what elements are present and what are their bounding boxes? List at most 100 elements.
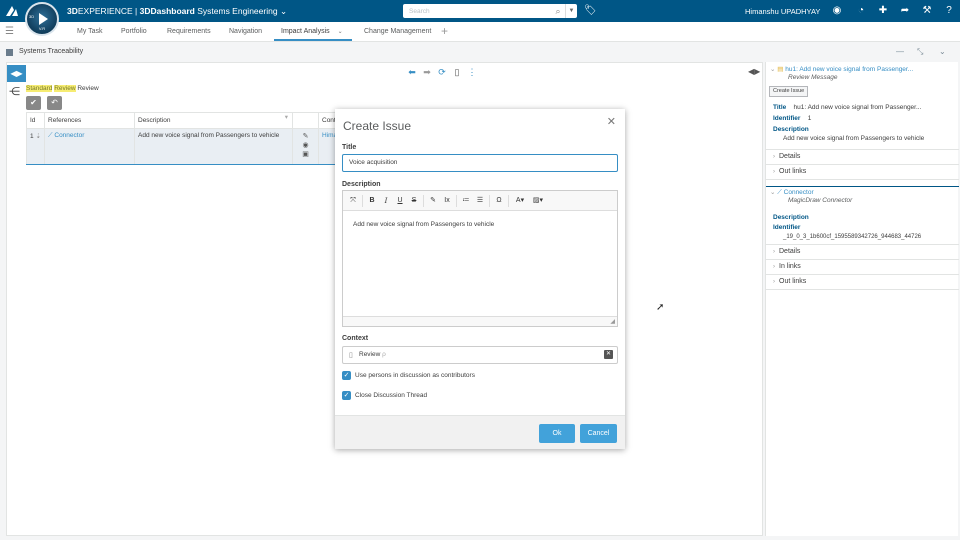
in-links-section[interactable]: › In links: [773, 263, 801, 270]
out-links-section[interactable]: › Out links: [773, 278, 806, 285]
widget-icon: [6, 49, 13, 56]
create-issue-dialog: Create Issue ✕ Title Voice acquisition D…: [335, 109, 625, 449]
ok-button[interactable]: Ok: [539, 424, 575, 443]
table-row[interactable]: 1 ⇣ ⟋ Connector Add new voice signal fro…: [26, 128, 349, 165]
arrow-right-icon[interactable]: ➡: [422, 67, 432, 78]
strikethrough-icon[interactable]: S: [407, 194, 421, 208]
close-icon[interactable]: ✕: [607, 115, 616, 128]
create-issue-button[interactable]: Create Issue: [769, 86, 809, 97]
top-bar: 3DEXPERIENCE | 3DDashboard Systems Engin…: [0, 0, 960, 22]
tab-my-task[interactable]: My Task: [77, 22, 103, 41]
minimize-icon[interactable]: —: [896, 47, 904, 56]
properties-panel: ◀▶ ⌄ ▤ hu1: Add new voice signal from Pa…: [748, 62, 959, 536]
bullet-list-icon[interactable]: ☰: [473, 194, 487, 208]
description-text[interactable]: Add new voice signal from Passengers to …: [343, 211, 617, 238]
dassault-logo-icon[interactable]: [4, 3, 20, 19]
username[interactable]: Himanshu UPADHYAY: [745, 7, 820, 16]
chevron-down-icon[interactable]: ⌄: [770, 66, 775, 73]
tab-impact-analysis[interactable]: Impact Analysis ⌄: [274, 22, 352, 41]
resize-grip-icon[interactable]: ◢: [610, 318, 615, 325]
help-icon[interactable]: ?: [942, 4, 956, 18]
toggle-panels-button[interactable]: ◀▶: [7, 65, 26, 82]
text-color-icon[interactable]: A▾: [511, 194, 529, 208]
lock-icon[interactable]: ▣: [296, 150, 315, 159]
mouse-cursor-icon: ➚: [656, 302, 665, 313]
more-icon[interactable]: ⋮: [467, 67, 477, 78]
refresh-icon[interactable]: ⟳: [437, 67, 447, 78]
cell-reference[interactable]: ⟋ Connector: [44, 128, 135, 165]
maximize-icon[interactable]: ⤧: [346, 194, 360, 208]
search-bar[interactable]: Search ⌕ ▼: [403, 4, 577, 18]
search-icon[interactable]: ρ: [382, 351, 386, 358]
format-painter-icon[interactable]: ✎: [426, 194, 440, 208]
expand-icon[interactable]: ⇣: [35, 133, 40, 140]
tab-navigation[interactable]: Navigation: [229, 22, 262, 41]
item2-header[interactable]: ⌄ ⟋ Connector: [770, 188, 814, 197]
add-icon[interactable]: ✚: [876, 4, 890, 18]
filter-icon[interactable]: ▾: [285, 113, 288, 121]
edit-icon[interactable]: ✎: [296, 132, 315, 141]
compass[interactable]: 3D V.R: [25, 2, 59, 36]
tab-requirements[interactable]: Requirements: [167, 22, 211, 41]
collapse-icon[interactable]: ⤡: [917, 47, 923, 57]
widget-menu-icon[interactable]: ⌄: [939, 47, 946, 56]
caret-right-icon: ›: [773, 154, 775, 160]
panel-resize-icon[interactable]: ◀▶: [748, 67, 760, 76]
chevron-down-icon[interactable]: ⌄: [770, 189, 775, 196]
contributors-label: Use persons in discussion as contributor…: [355, 372, 475, 379]
column-header-references[interactable]: References: [44, 112, 135, 129]
book-icon[interactable]: ▯: [452, 67, 462, 78]
italic-icon[interactable]: I: [379, 194, 393, 208]
undo-button[interactable]: ↶: [47, 96, 62, 110]
toolbar-separator: [423, 194, 424, 207]
out-links-section[interactable]: › Out links: [773, 168, 806, 175]
view-icon[interactable]: ◉: [296, 141, 315, 150]
toolbar: ⬅ ➡ ⟳ ▯ ⋮: [407, 67, 477, 78]
cancel-button[interactable]: Cancel: [580, 424, 617, 443]
context-field[interactable]: ▯ Review ρ ✕: [342, 346, 618, 364]
description-property-value: Add new voice signal from Passengers to …: [783, 135, 925, 142]
divider: [766, 274, 959, 275]
column-header-description[interactable]: Description ▾: [134, 112, 293, 129]
arrow-left-icon[interactable]: ⬅: [407, 67, 417, 78]
details-section[interactable]: › Details: [773, 153, 800, 160]
divider: [766, 179, 959, 180]
clear-icon[interactable]: ✕: [604, 350, 613, 359]
add-tab-icon[interactable]: +: [441, 24, 448, 38]
toolbar-separator: [508, 194, 509, 207]
tab-change-management[interactable]: Change Management: [364, 22, 431, 41]
validate-button[interactable]: ✔: [26, 96, 41, 110]
bold-icon[interactable]: B: [365, 194, 379, 208]
special-char-icon[interactable]: Ω: [492, 194, 506, 208]
dialog-title: Create Issue: [343, 119, 412, 133]
caret-right-icon: ›: [773, 169, 775, 175]
chevron-down-icon[interactable]: ⌄: [338, 29, 343, 35]
share-nodes-icon[interactable]: ⋲: [9, 85, 20, 98]
search-input[interactable]: Search: [403, 8, 551, 15]
user-icon[interactable]: ◉: [830, 4, 844, 18]
search-icon[interactable]: ⌕: [551, 4, 565, 18]
column-header-id[interactable]: Id: [26, 112, 45, 129]
sidebar-toggle-icon[interactable]: ☰: [5, 26, 14, 37]
background-color-icon[interactable]: ▨▾: [529, 194, 547, 208]
contributors-checkbox[interactable]: ✓: [342, 371, 351, 380]
description-label: Description: [342, 181, 381, 188]
app-title: 3DEXPERIENCE | 3DDashboard Systems Engin…: [67, 6, 288, 16]
chevron-down-icon[interactable]: ⌄: [280, 6, 287, 16]
details-section[interactable]: › Details: [773, 248, 800, 255]
title-label: Title: [342, 144, 357, 151]
numbered-list-icon[interactable]: ≔: [459, 194, 473, 208]
cell-id: 1 ⇣: [26, 128, 45, 165]
share-icon[interactable]: ➦: [898, 4, 912, 18]
context-value: Review ρ: [359, 351, 386, 358]
notifications-icon[interactable]: ◔: [854, 4, 868, 18]
search-dropdown-icon[interactable]: ▼: [565, 4, 577, 18]
title-input[interactable]: Voice acquisition: [342, 154, 618, 172]
item1-header[interactable]: ⌄ ▤ hu1: Add new voice signal from Passe…: [770, 65, 913, 73]
close-thread-checkbox[interactable]: ✓: [342, 391, 351, 400]
tag-icon[interactable]: 🏷: [584, 5, 597, 16]
tools-icon[interactable]: ⚒: [920, 4, 934, 18]
underline-icon[interactable]: U: [393, 194, 407, 208]
tab-portfolio[interactable]: Portfolio: [121, 22, 147, 41]
clear-format-icon[interactable]: Ix: [440, 194, 454, 208]
